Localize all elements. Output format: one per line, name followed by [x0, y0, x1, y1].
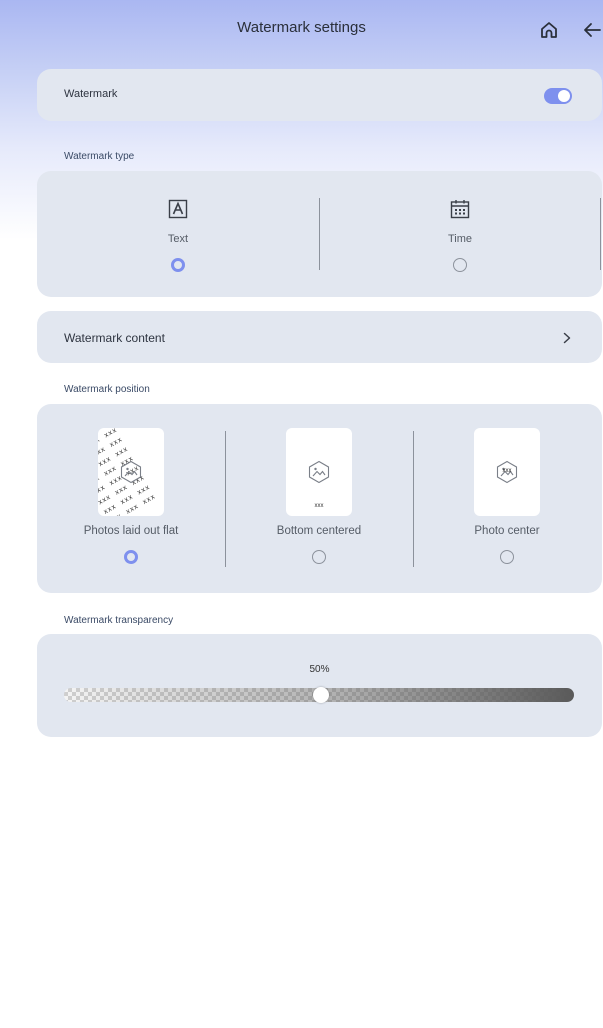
bottom-watermark-text: xxx [314, 503, 324, 509]
watermark-content-row[interactable]: Watermark content [37, 311, 602, 363]
photo-center-thumbnail: xxx [474, 428, 540, 516]
position-option-flat-radio[interactable] [124, 550, 138, 564]
type-divider [319, 198, 320, 270]
type-option-time[interactable]: Time [402, 199, 518, 272]
watermark-toggle-row[interactable]: Watermark [37, 69, 602, 121]
page-title: Watermark settings [237, 19, 366, 36]
position-option-center-radio[interactable] [500, 550, 514, 564]
transparency-value: 50% [309, 664, 330, 675]
flat-layout-thumbnail: xxx xxx xxx xxx xxx xxx xxx xxx xxx xxx … [98, 428, 164, 516]
watermark-transparency-label: Watermark transparency [64, 615, 174, 626]
type-divider-edge [600, 198, 601, 270]
bottom-centered-thumbnail: xxx [286, 428, 352, 516]
watermark-type-label: Watermark type [64, 151, 135, 162]
text-a-icon [168, 199, 188, 224]
position-option-flat-label: Photos laid out flat [83, 525, 179, 537]
calendar-icon [450, 199, 470, 224]
position-option-center-label: Photo center [474, 525, 540, 537]
watermark-switch-knob [558, 90, 570, 102]
watermark-transparency-card: 50% [37, 634, 602, 737]
type-option-time-label: Time [447, 233, 473, 245]
image-placeholder-icon [495, 460, 519, 489]
back-arrow-icon[interactable] [580, 18, 603, 42]
position-option-bottom-label: Bottom centered [276, 525, 362, 537]
position-option-center[interactable]: xxx Photo center [442, 428, 572, 564]
app-header: Watermark settings [0, 0, 603, 60]
watermark-toggle-label: Watermark [64, 88, 118, 100]
center-watermark-text: xxx [502, 468, 512, 474]
watermark-content-label: Watermark content [64, 331, 165, 345]
type-option-text-label: Text [167, 233, 189, 245]
position-option-bottom-radio[interactable] [312, 550, 326, 564]
image-placeholder-icon [307, 460, 331, 489]
image-placeholder-icon [119, 460, 143, 489]
type-option-text[interactable]: Text [120, 199, 236, 272]
watermark-position-card: xxx xxx xxx xxx xxx xxx xxx xxx xxx xxx … [37, 404, 602, 593]
position-divider-2 [413, 431, 414, 567]
type-option-text-radio[interactable] [171, 258, 185, 272]
home-icon[interactable] [537, 18, 561, 42]
type-option-time-radio[interactable] [453, 258, 467, 272]
watermark-type-card: Text Time [37, 171, 602, 297]
position-divider-1 [225, 431, 226, 567]
position-option-bottom[interactable]: xxx Bottom centered [254, 428, 384, 564]
position-option-flat[interactable]: xxx xxx xxx xxx xxx xxx xxx xxx xxx xxx … [66, 428, 196, 564]
watermark-switch[interactable] [544, 88, 572, 104]
chevron-right-icon [562, 331, 572, 344]
watermark-position-label: Watermark position [64, 384, 150, 395]
transparency-slider-handle[interactable] [313, 687, 329, 703]
